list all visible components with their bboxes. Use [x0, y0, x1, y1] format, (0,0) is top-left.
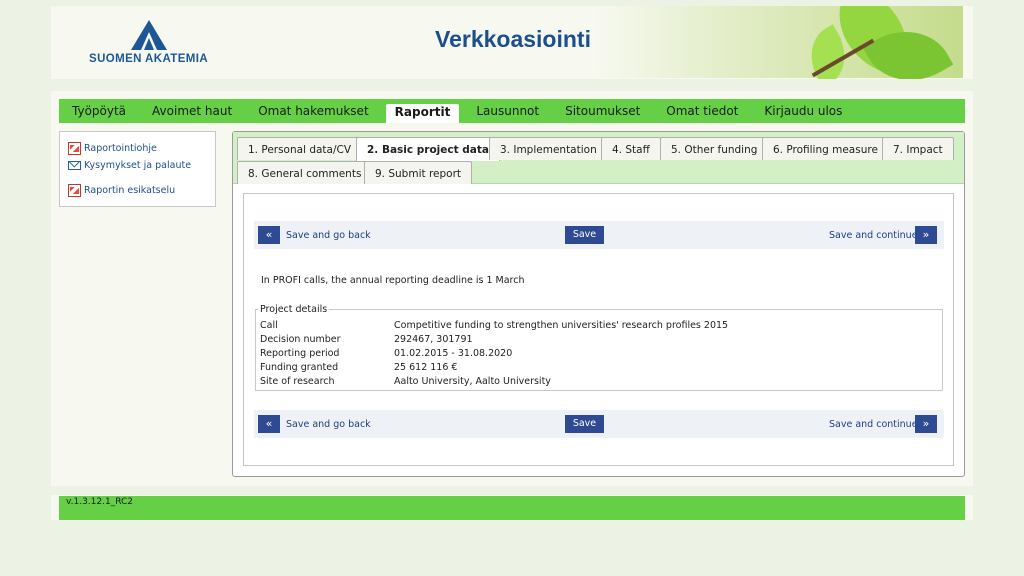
detail-value: 01.02.2015 - 31.08.2020 [394, 348, 513, 359]
mail-icon [68, 161, 81, 170]
tab-other-funding[interactable]: 5. Other funding [660, 137, 769, 160]
tab-implementation[interactable]: 3. Implementation [489, 137, 608, 160]
tab-profiling-measure[interactable]: 6. Profiling measure [762, 137, 889, 160]
nav-item-sitoumukset[interactable]: Sitoumukset [556, 99, 649, 123]
save-and-go-back-link[interactable]: Save and go back [286, 230, 371, 241]
next-arrow-button[interactable]: » [915, 415, 937, 433]
tab-general-comments[interactable]: 8. General comments [237, 161, 373, 184]
nav-item-avoimet-haut[interactable]: Avoimet haut [143, 99, 241, 123]
save-button[interactable]: Save [565, 226, 604, 244]
sidebar-item-raportin-esikatselu[interactable]: Raportin esikatselu [68, 184, 175, 197]
save-button[interactable]: Save [565, 415, 604, 433]
nav-item-omat-tiedot[interactable]: Omat tiedot [657, 99, 747, 123]
header-decoration [593, 6, 963, 79]
back-arrow-button[interactable]: « [258, 226, 280, 244]
detail-value: Aalto University, Aalto University [394, 376, 551, 387]
app-title: Verkkoasiointi [435, 26, 591, 52]
nav-item-tyopoyta[interactable]: Työpöytä [63, 99, 135, 123]
pdf-icon [68, 142, 81, 155]
nav-item-kirjaudu-ulos[interactable]: Kirjaudu ulos [755, 99, 851, 123]
save-and-continue-link[interactable]: Save and continue [829, 419, 918, 430]
nav-item-raportit[interactable]: Raportit [385, 104, 460, 123]
logo-triangle-icon [131, 20, 167, 50]
footer-bar [59, 496, 965, 520]
sidebar-item-raportointiohje[interactable]: Raportointiohje [68, 142, 157, 155]
logo-brand-text: SUOMEN AKATEMIA [89, 53, 209, 65]
detail-value: 292467, 301791 [394, 334, 473, 345]
tab-submit-report[interactable]: 9. Submit report [364, 161, 473, 184]
next-arrow-button[interactable]: » [915, 226, 937, 244]
sidebar-item-label: Kysymykset ja palaute [84, 160, 192, 171]
tab-personal-data[interactable]: 1. Personal data/CV [237, 137, 363, 160]
action-bar-top: « Save and go back Save Save and continu… [254, 221, 944, 249]
detail-key: Site of research [260, 376, 335, 387]
sidebar-item-label: Raportin esikatselu [84, 185, 176, 196]
tab-basic-project-data[interactable]: 2. Basic project data [356, 137, 501, 161]
sidebar-item-label: Raportointiohje [84, 143, 157, 154]
save-and-go-back-link[interactable]: Save and go back [286, 419, 371, 430]
page-header: SUOMEN AKATEMIA Verkkoasiointi [51, 6, 973, 79]
detail-value: Competitive funding to strengthen univer… [394, 320, 729, 331]
detail-key: Decision number [260, 334, 341, 345]
version-label: v.1.3.12.1_RC2 [66, 497, 134, 507]
tab-impact[interactable]: 7. Impact [882, 137, 954, 160]
action-bar-bottom: « Save and go back Save Save and continu… [254, 410, 944, 438]
nav-item-omat-hakemukset[interactable]: Omat hakemukset [249, 99, 377, 123]
back-arrow-button[interactable]: « [258, 415, 280, 433]
tab-staff[interactable]: 4. Staff [601, 137, 661, 160]
save-and-continue-link[interactable]: Save and continue [829, 230, 918, 241]
detail-key: Reporting period [260, 348, 340, 359]
detail-key: Funding granted [260, 362, 339, 373]
deadline-note: In PROFI calls, the annual reporting dea… [261, 275, 525, 286]
nav-item-lausunnot[interactable]: Lausunnot [467, 99, 548, 123]
top-navigation: Työpöytä Avoimet haut Omat hakemukset Ra… [59, 99, 965, 123]
pdf-icon [68, 184, 81, 197]
project-details-legend: Project details [258, 304, 330, 315]
detail-value: 25 612 116 € [394, 362, 458, 373]
detail-key: Call [260, 320, 278, 331]
sidebar-item-kysymykset[interactable]: Kysymykset ja palaute [68, 160, 191, 171]
suomen-akatemia-logo[interactable]: SUOMEN AKATEMIA [89, 20, 211, 68]
